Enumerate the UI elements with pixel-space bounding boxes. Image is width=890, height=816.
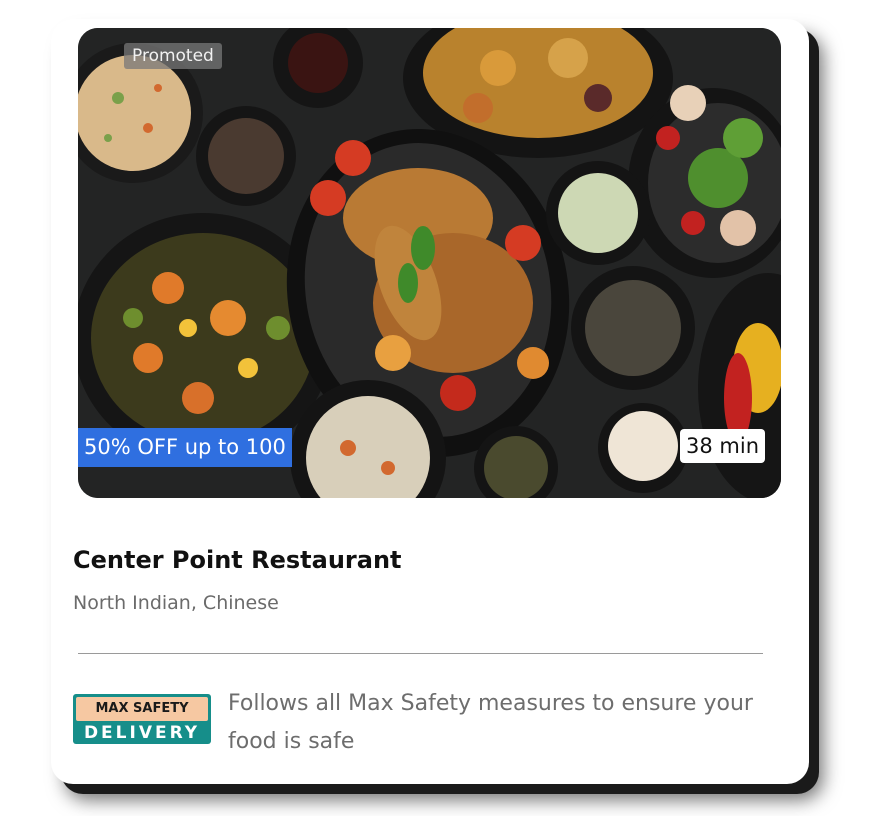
delivery-time-badge: 38 min	[680, 429, 765, 463]
restaurant-name[interactable]: Center Point Restaurant	[73, 546, 402, 574]
promoted-badge: Promoted	[124, 43, 222, 69]
badge-top-label: MAX SAFETY	[76, 697, 208, 721]
restaurant-card[interactable]: Promoted 50% OFF up to 100 38 min Center…	[51, 19, 809, 784]
offer-badge: 50% OFF up to 100	[78, 428, 292, 467]
cuisine-text: North Indian, Chinese	[73, 592, 279, 614]
divider	[78, 653, 763, 654]
max-safety-delivery-logo: MAX SAFETY DELIVERY	[73, 694, 211, 744]
safety-description: Follows all Max Safety measures to ensur…	[228, 691, 753, 754]
badge-bottom-label: DELIVERY	[83, 723, 201, 743]
food-image[interactable]: Promoted 50% OFF up to 100 38 min	[78, 28, 781, 498]
